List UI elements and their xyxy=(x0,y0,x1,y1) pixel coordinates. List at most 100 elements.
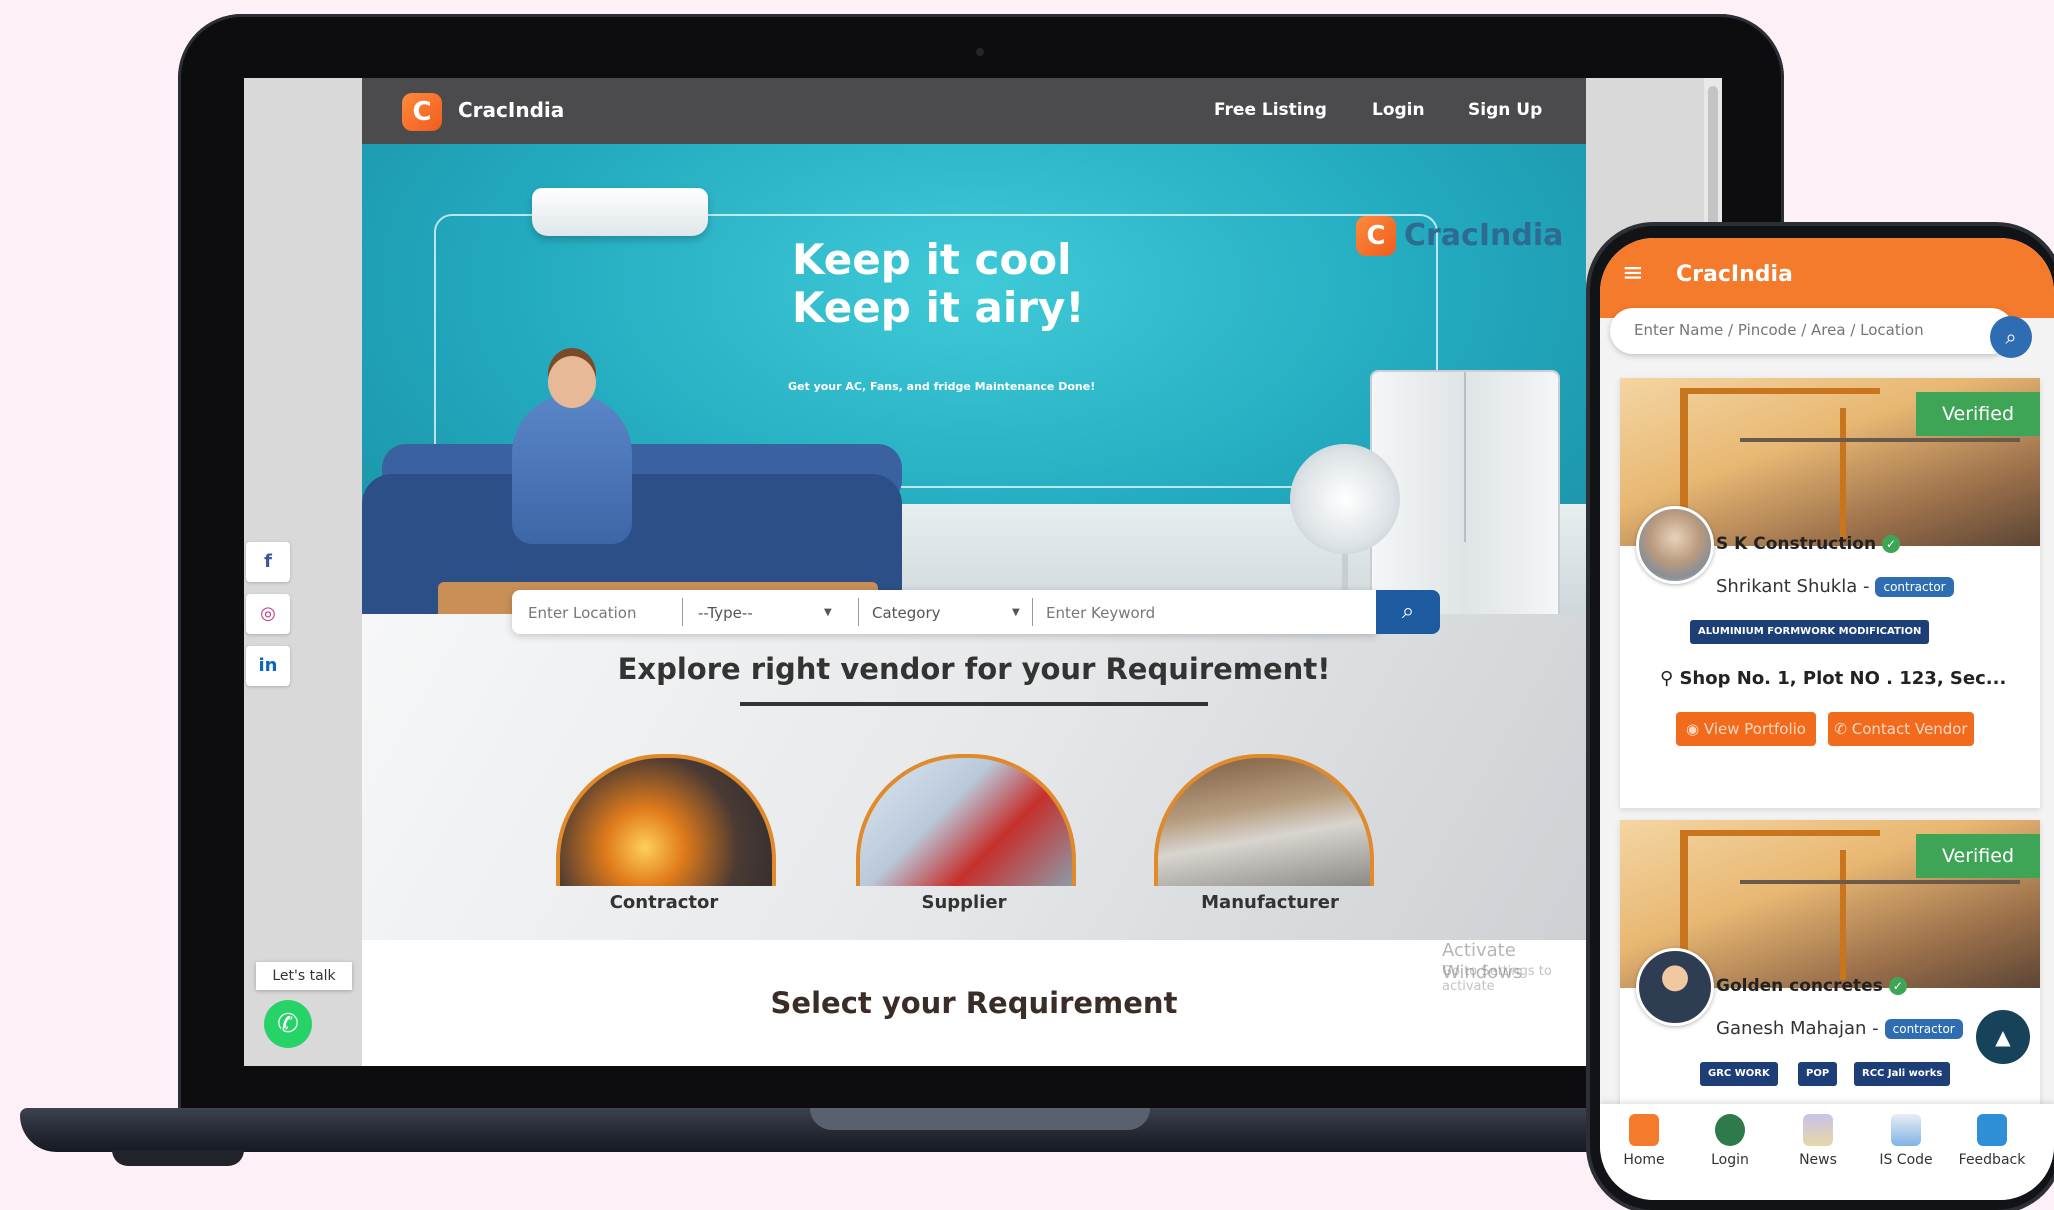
category-select-value: Category xyxy=(872,604,941,622)
hero-logo-text: CracIndia xyxy=(1404,218,1564,253)
service-tag: POP xyxy=(1798,1062,1838,1086)
phone-screen: ≡ CracIndia ⌕ Verified S K Construction ✓… xyxy=(1600,238,2054,1200)
hero-subtitle: Get your AC, Fans, and fridge Maintenanc… xyxy=(788,380,1096,393)
vendor-name[interactable]: Golden concretes ✓ xyxy=(1716,976,1907,996)
location-input[interactable]: Enter Location xyxy=(528,600,678,626)
bottom-nav-feedback[interactable]: Feedback xyxy=(1952,1114,2032,1168)
contact-vendor-button[interactable]: ✆ Contact Vendor xyxy=(1828,712,1974,746)
explore-title: Explore right vendor for your Requiremen… xyxy=(617,652,1331,686)
chevron-up-icon: ▲ xyxy=(1995,1025,2011,1049)
service-tag: GRC WORK xyxy=(1700,1062,1778,1086)
search-button[interactable]: ⌕ xyxy=(1376,590,1440,634)
bottom-nav-label: Feedback xyxy=(1958,1152,2026,1168)
app-search-button[interactable]: ⌕ xyxy=(1990,316,2032,358)
view-portfolio-button[interactable]: ◉ View Portfolio xyxy=(1676,712,1816,746)
app-bar: ≡ CracIndia xyxy=(1600,238,2054,318)
laptop-foot xyxy=(112,1150,244,1166)
avatar xyxy=(1636,948,1714,1026)
facebook-button[interactable]: f xyxy=(246,542,290,582)
website: C CracIndia Free Listing Login Sign Up K… xyxy=(362,78,1586,1066)
instagram-button[interactable]: ◎ xyxy=(246,594,290,634)
nav-signup[interactable]: Sign Up xyxy=(1468,100,1542,120)
bottom-nav-login[interactable]: Login xyxy=(1690,1114,1770,1168)
site-navbar: C CracIndia Free Listing Login Sign Up xyxy=(362,78,1586,144)
app-title: CracIndia xyxy=(1676,262,1793,287)
logo-icon[interactable]: C xyxy=(402,93,442,131)
app-search-bar xyxy=(1610,308,2014,354)
nav-free-listing[interactable]: Free Listing xyxy=(1214,100,1327,120)
verified-badge: Verified xyxy=(1916,392,2040,436)
select-requirement-title: Select your Requirement xyxy=(770,986,1178,1020)
owner-name: Shrikant Shukla - xyxy=(1716,576,1870,597)
contractor-label[interactable]: Contractor xyxy=(544,892,784,913)
vendor-name-text: S K Construction xyxy=(1716,534,1877,554)
facebook-icon: f xyxy=(264,551,272,572)
laptop-notch xyxy=(810,1108,1150,1130)
search-divider xyxy=(682,598,683,626)
service-tag: RCC Jali works xyxy=(1854,1062,1951,1086)
avatar xyxy=(1636,506,1714,584)
chat-bubble-icon xyxy=(1977,1114,2007,1146)
type-select[interactable]: --Type-- ▼ xyxy=(698,600,838,626)
eye-icon: ◉ xyxy=(1686,720,1704,738)
owner-name: Ganesh Mahajan - xyxy=(1716,1018,1879,1039)
user-icon xyxy=(1715,1114,1745,1146)
address-text: Shop No. 1, Plot NO . 123, Sec... xyxy=(1679,668,2007,689)
bottom-nav-label: News xyxy=(1799,1152,1837,1168)
app-search-input[interactable] xyxy=(1632,320,1976,340)
site-brand[interactable]: CracIndia xyxy=(458,98,564,122)
linkedin-icon: in xyxy=(258,655,278,676)
category-select[interactable]: Category ▼ xyxy=(872,600,1026,626)
document-icon xyxy=(1891,1114,1921,1146)
contact-vendor-label: Contact Vendor xyxy=(1851,720,1968,738)
hero-logo-icon: C xyxy=(1356,216,1396,256)
nav-login[interactable]: Login xyxy=(1372,100,1425,120)
linkedin-button[interactable]: in xyxy=(246,646,290,686)
vendor-name[interactable]: S K Construction ✓ xyxy=(1716,534,1901,554)
scroll-to-top-button[interactable]: ▲ xyxy=(1976,1010,2030,1064)
whatsapp-icon: ✆ xyxy=(277,1009,299,1039)
whatsapp-button[interactable]: ✆ xyxy=(264,1000,312,1048)
bottom-nav-news[interactable]: News xyxy=(1778,1114,1858,1168)
bottom-nav-home[interactable]: Home xyxy=(1604,1114,1684,1168)
vendor-address: ⚲ Shop No. 1, Plot NO . 123, Sec... xyxy=(1660,668,2006,689)
vendor-search-bar: Enter Location --Type-- ▼ Category ▼ Ent… xyxy=(512,590,1376,634)
supplier-label[interactable]: Supplier xyxy=(844,892,1084,913)
laptop-screen: f ◎ in Let's talk ✆ C CracIndia Free Lis… xyxy=(244,78,1722,1066)
phone-icon: ✆ xyxy=(1834,720,1852,738)
verified-badge: Verified xyxy=(1916,834,2040,878)
location-pin-icon: ⚲ xyxy=(1660,668,1680,689)
hero-banner: Keep it cool Keep it airy! Get your AC, … xyxy=(362,144,1586,614)
vendor-owner: Shrikant Shukla - contractor xyxy=(1716,576,1954,597)
fridge-door-split xyxy=(1464,372,1466,542)
bottom-nav-is-code[interactable]: IS Code xyxy=(1866,1114,1946,1168)
laptop-camera xyxy=(976,48,984,56)
service-tag: ALUMINIUM FORMWORK MODIFICATION xyxy=(1690,620,1930,644)
keyword-input[interactable]: Enter Keyword xyxy=(1046,600,1346,626)
home-icon xyxy=(1629,1114,1659,1146)
bottom-nav-label: IS Code xyxy=(1879,1152,1933,1168)
search-divider xyxy=(1032,598,1033,626)
woman-head-image xyxy=(548,356,596,408)
manufacturer-label[interactable]: Manufacturer xyxy=(1150,892,1390,913)
search-icon: ⌕ xyxy=(2005,325,2017,349)
news-icon xyxy=(1803,1114,1833,1146)
bottom-nav-label: Login xyxy=(1711,1152,1749,1168)
chevron-down-icon: ▼ xyxy=(824,607,832,618)
chat-tooltip: Let's talk xyxy=(256,962,352,990)
search-divider xyxy=(858,598,859,626)
bottom-navigation: Home Login News IS Code Feedback xyxy=(1600,1104,2054,1200)
view-portfolio-label: View Portfolio xyxy=(1703,720,1806,738)
role-badge: contractor xyxy=(1884,1019,1963,1039)
vendor-owner: Ganesh Mahajan - contractor xyxy=(1716,1018,1963,1039)
woman-image xyxy=(512,394,632,544)
windows-activation-subtitle: Go to Settings to activate xyxy=(1442,964,1552,994)
hero-title: Keep it cool Keep it airy! xyxy=(792,235,1085,332)
explore-underline xyxy=(740,702,1208,706)
hamburger-menu-icon[interactable]: ≡ xyxy=(1622,258,1644,288)
vendor-card[interactable]: Verified Golden concretes ✓ Ganesh Mahaja… xyxy=(1620,820,2040,1110)
verified-check-icon: ✓ xyxy=(1888,977,1907,995)
verified-check-icon: ✓ xyxy=(1882,535,1901,553)
vendor-card[interactable]: Verified S K Construction ✓ Shrikant Shuk… xyxy=(1620,378,2040,808)
fan-image xyxy=(1290,444,1400,554)
